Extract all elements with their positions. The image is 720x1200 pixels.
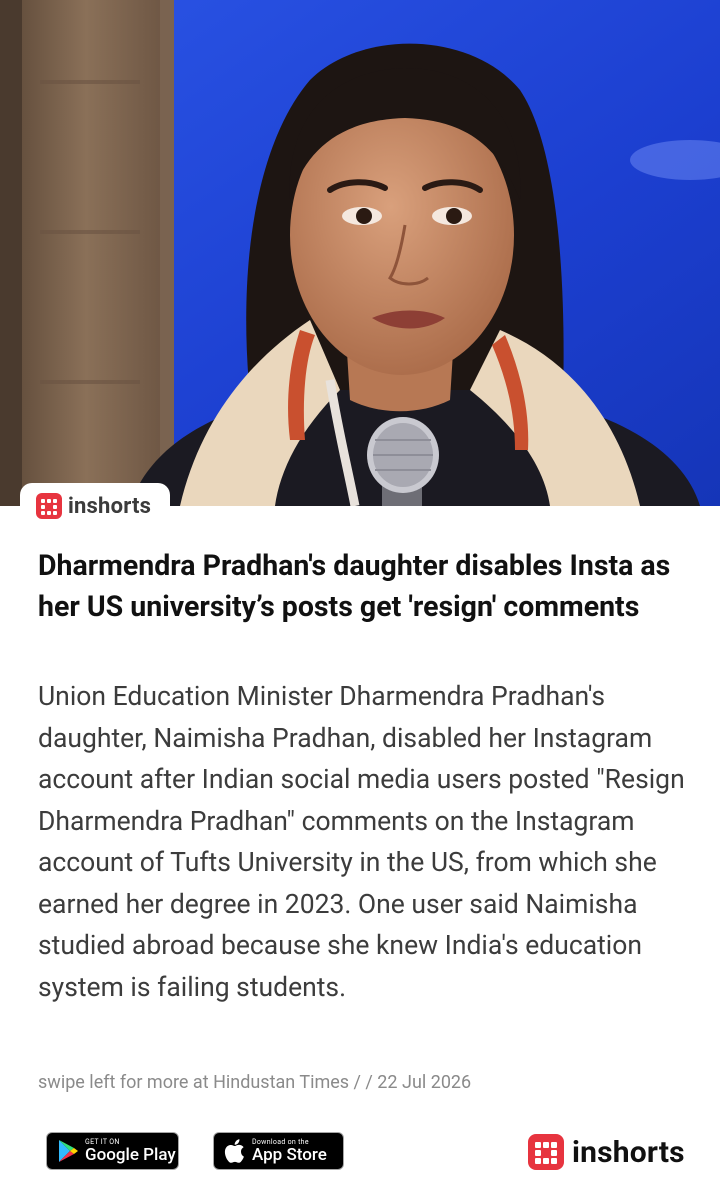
footer-brand-name: inshorts	[572, 1134, 685, 1170]
brand-name: inshorts	[68, 493, 152, 519]
source-line[interactable]: swipe left for more at Hindustan Times /…	[38, 1072, 688, 1093]
google-play-icon	[59, 1140, 78, 1162]
google-play-button[interactable]: GET IT ON Google Play	[46, 1132, 179, 1170]
google-play-bottom-text: Google Play	[85, 1145, 176, 1165]
speaker-photo-illustration	[0, 0, 720, 506]
article-photo	[0, 0, 720, 506]
brand-tab: inshorts	[20, 483, 170, 529]
app-store-bottom-text: App Store	[252, 1145, 327, 1165]
app-store-button[interactable]: Download on the App Store	[213, 1132, 344, 1170]
news-card: inshorts Dharmendra Pradhan's daughter d…	[0, 0, 720, 1200]
apple-icon	[224, 1139, 244, 1163]
article-headline: Dharmendra Pradhan's daughter disables I…	[38, 549, 671, 623]
inshorts-logo-icon	[528, 1134, 564, 1170]
inshorts-logo-icon	[36, 493, 62, 519]
article-body: Union Education Minister Dharmendra Prad…	[38, 681, 685, 1003]
footer-brand: inshorts	[528, 1134, 685, 1170]
